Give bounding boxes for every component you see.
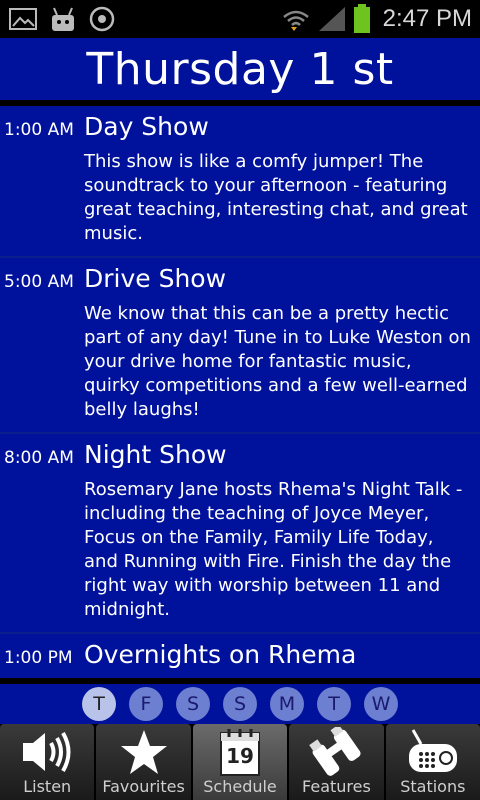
entry-title: Drive Show — [84, 264, 227, 293]
page-title: Thursday 1 st — [86, 43, 394, 95]
radio-icon — [408, 729, 457, 772]
entry-time: 5:00 AM — [4, 272, 74, 292]
day-button-thursday[interactable]: T — [82, 687, 116, 721]
tab-listen[interactable]: Listen — [0, 724, 95, 800]
day-button-monday[interactable]: M — [270, 687, 304, 721]
signal-icon — [318, 7, 345, 31]
schedule-entry[interactable]: 1:00 AM Day Show This show is like a com… — [0, 106, 480, 258]
binoculars-icon — [309, 727, 361, 776]
day-selector: T F S S M T W — [0, 678, 480, 724]
page-header: Thursday 1 st — [0, 38, 480, 106]
entry-title: Night Show — [84, 440, 227, 469]
tab-stations[interactable]: Stations — [385, 724, 480, 800]
tab-label: Features — [302, 777, 371, 796]
calendar-day-number: 19 — [226, 744, 254, 768]
entry-time: 1:00 AM — [4, 120, 74, 140]
schedule-entry[interactable]: 5:00 AM Drive Show We know that this can… — [0, 258, 480, 434]
schedule-entry[interactable]: 1:00 PM Overnights on Rhema — [0, 634, 480, 678]
android-icon — [52, 7, 74, 31]
entry-description: This show is like a comfy jumper! The so… — [84, 151, 468, 244]
bottom-tab-bar: Listen Favourites 19 Schedule Features S… — [0, 724, 480, 800]
schedule-list[interactable]: 1:00 AM Day Show This show is like a com… — [0, 106, 480, 678]
day-button-tuesday[interactable]: T — [317, 687, 351, 721]
star-icon — [120, 730, 167, 774]
battery-icon — [353, 4, 370, 33]
entry-title: Day Show — [84, 112, 209, 141]
day-button-saturday[interactable]: S — [176, 687, 210, 721]
wifi-icon — [282, 10, 309, 31]
day-button-friday[interactable]: F — [129, 687, 163, 721]
tab-label: Favourites — [102, 777, 185, 796]
sync-icon — [89, 6, 115, 32]
entry-description: We know that this can be a pretty hectic… — [84, 303, 471, 420]
speaker-icon — [23, 731, 71, 773]
tab-favourites[interactable]: Favourites — [96, 724, 191, 800]
tab-schedule[interactable]: 19 Schedule — [192, 724, 288, 800]
schedule-entry[interactable]: 8:00 AM Night Show Rosemary Jane hosts R… — [0, 434, 480, 634]
day-button-wednesday[interactable]: W — [364, 687, 398, 721]
entry-time: 1:00 PM — [4, 648, 73, 668]
gallery-icon — [9, 8, 37, 30]
status-time: 2:47 PM — [382, 5, 472, 32]
entry-description: Rosemary Jane hosts Rhema's Night Talk -… — [84, 479, 463, 620]
tab-label: Stations — [400, 777, 466, 796]
status-bar: 2:47 PM — [0, 0, 480, 38]
tab-label: Schedule — [203, 777, 277, 796]
tab-features[interactable]: Features — [289, 724, 384, 800]
entry-title: Overnights on Rhema — [84, 640, 357, 669]
entry-time: 8:00 AM — [4, 448, 74, 468]
tab-label: Listen — [23, 777, 72, 796]
day-button-sunday[interactable]: S — [223, 687, 257, 721]
